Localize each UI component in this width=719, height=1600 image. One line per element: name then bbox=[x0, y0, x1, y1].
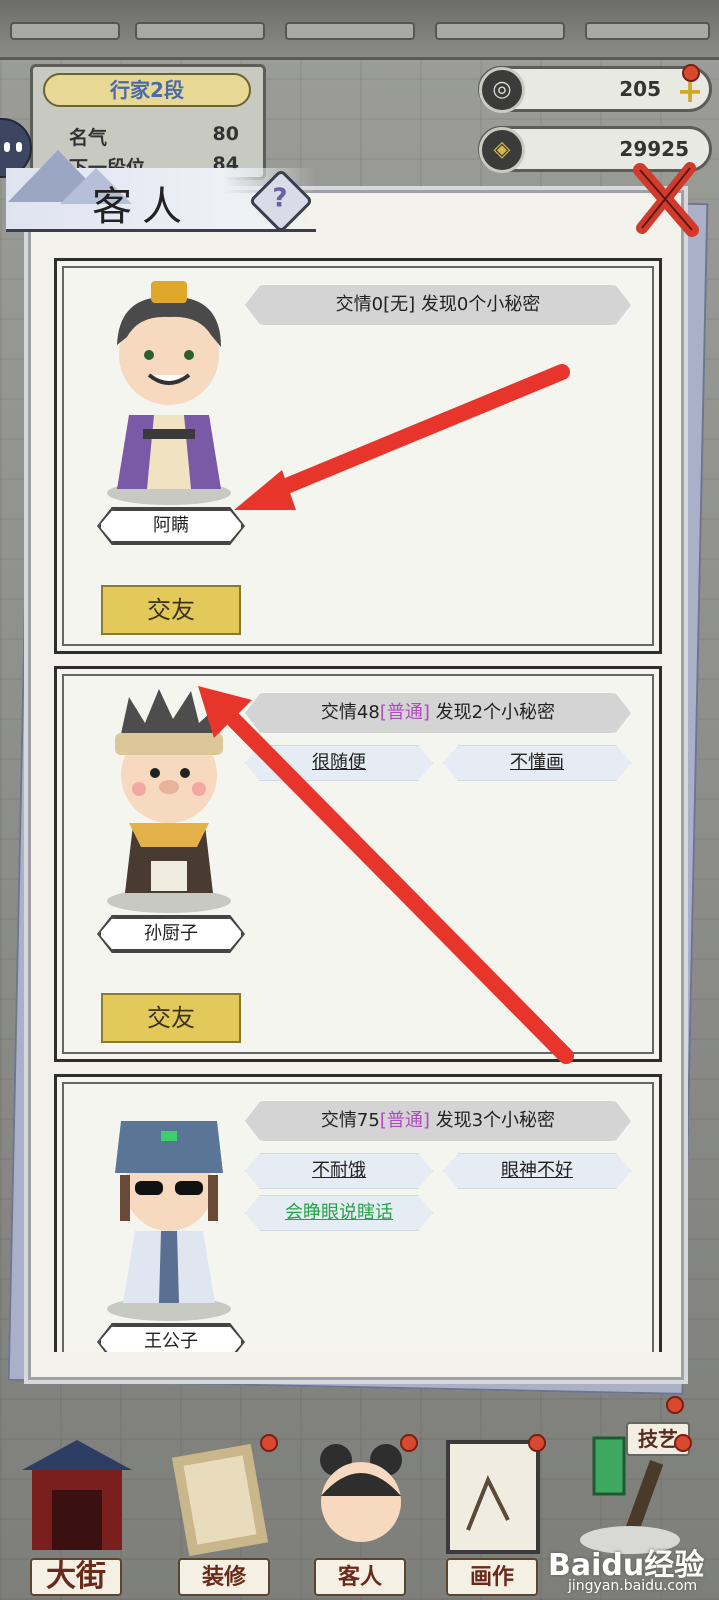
relationship-prefix: 交情75 bbox=[320, 1110, 380, 1131]
guest-card: 阿瞒 交友 交情0[无] 发现0个小秘密 bbox=[54, 258, 662, 654]
coin-value: 29925 bbox=[619, 137, 689, 161]
guest-list[interactable]: 阿瞒 交友 交情0[无] 发现0个小秘密 孙厨子 交友 交情48[普通] 发现2… bbox=[54, 258, 662, 1352]
roof-strip bbox=[0, 0, 719, 60]
gem-value: 205 bbox=[619, 77, 661, 101]
relationship-level: [无] bbox=[383, 294, 416, 315]
nav-paint[interactable]: 画作 bbox=[428, 1430, 558, 1600]
nav-decorate[interactable]: 装修 bbox=[160, 1430, 290, 1600]
relationship-suffix: 发现0个小秘密 bbox=[415, 294, 541, 315]
notification-dot bbox=[682, 64, 700, 82]
gate-icon bbox=[22, 1440, 132, 1550]
nav-guests[interactable]: 客人 bbox=[296, 1430, 426, 1600]
relationship-level: [普通] bbox=[379, 1110, 430, 1131]
guest-name: 王公子 bbox=[99, 1325, 243, 1352]
secret-tag[interactable]: 不懂画 bbox=[443, 745, 631, 781]
secret-tag[interactable]: 会睁眼说瞎话 bbox=[245, 1195, 433, 1231]
fame-value: 80 bbox=[212, 123, 239, 145]
modal-title: 客人 bbox=[92, 184, 192, 230]
question-icon: ? bbox=[272, 183, 288, 214]
secret-tag[interactable]: 很随便 bbox=[245, 745, 433, 781]
guest-card: 王公子 交情75[普通] 发现3个小秘密 不耐饿 眼神不好 会睁眼说瞎话 bbox=[54, 1074, 662, 1352]
befriend-button[interactable]: 交友 bbox=[101, 993, 241, 1043]
notification-dot bbox=[666, 1396, 684, 1414]
watermark-url: jingyan.baidu.com bbox=[568, 1578, 698, 1594]
guest-portrait-sun-chef bbox=[107, 689, 231, 913]
swirl-gem-icon: ◎ bbox=[479, 67, 525, 113]
guest-name: 孙厨子 bbox=[99, 917, 243, 951]
guest-card: 孙厨子 交友 交情48[普通] 发现2个小秘密 很随便 不懂画 bbox=[54, 666, 662, 1062]
relationship-banner: 交情0[无] 发现0个小秘密 bbox=[245, 285, 631, 325]
relationship-banner: 交情75[普通] 发现3个小秘密 bbox=[245, 1101, 631, 1141]
relationship-suffix: 发现3个小秘密 bbox=[429, 1110, 556, 1131]
secret-tag[interactable]: 眼神不好 bbox=[443, 1153, 631, 1189]
nav-street[interactable]: 大街 bbox=[12, 1430, 142, 1600]
gem-counter: ◎ 205 + bbox=[478, 66, 712, 113]
relationship-suffix: 发现2个小秘密 bbox=[429, 702, 556, 723]
befriend-button[interactable]: 交友 bbox=[101, 585, 241, 635]
fame-label: 名气 bbox=[69, 127, 108, 149]
nav-street-label: 大街 bbox=[30, 1558, 122, 1596]
secret-tag[interactable]: 不耐饿 bbox=[245, 1153, 433, 1189]
coin-icon: ◈ bbox=[479, 127, 525, 173]
nav-guests-label: 客人 bbox=[314, 1558, 406, 1596]
close-icon[interactable] bbox=[630, 160, 702, 240]
guest-name: 阿瞒 bbox=[99, 509, 243, 543]
guest-portrait-wang bbox=[107, 1121, 231, 1321]
relationship-level: [普通] bbox=[379, 702, 430, 723]
nav-decorate-label: 装修 bbox=[178, 1558, 270, 1596]
rank-title: 行家2段 bbox=[43, 73, 251, 107]
relationship-prefix: 交情48 bbox=[320, 702, 380, 723]
relationship-prefix: 交情0 bbox=[335, 294, 384, 315]
guest-portrait-ahman bbox=[107, 281, 231, 505]
fame-row: 名气 80 bbox=[69, 123, 239, 150]
relationship-banner: 交情48[普通] 发现2个小秘密 bbox=[245, 693, 631, 733]
nav-paint-label: 画作 bbox=[446, 1558, 538, 1596]
